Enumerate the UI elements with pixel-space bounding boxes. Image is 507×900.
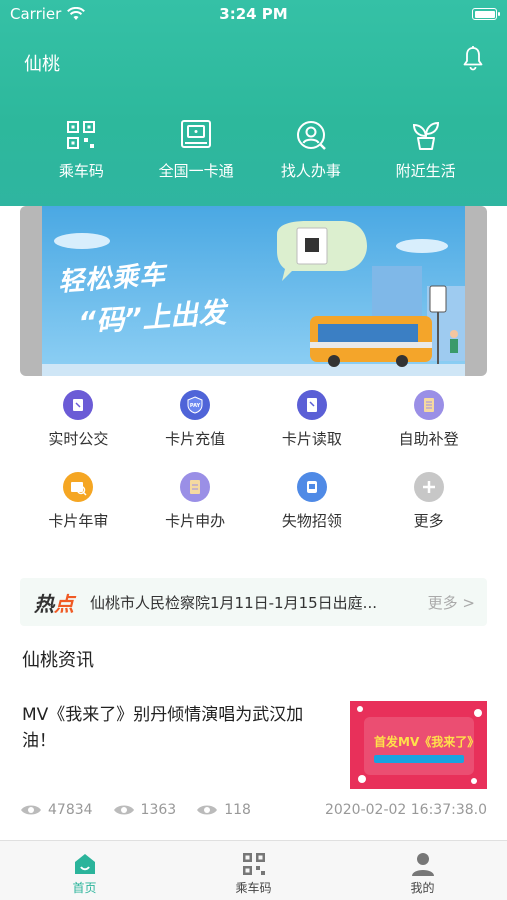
annual-check-icon	[63, 472, 94, 502]
card-reader-icon	[181, 120, 212, 148]
quick-action-ride-code[interactable]: 乘车码	[31, 118, 131, 181]
news-section-title: 仙桃资讯	[22, 650, 94, 671]
hot-news-text[interactable]: 仙桃市人民检察院1月11日-1月15日出庭...	[90, 592, 408, 613]
service-self-register[interactable]: 自助补登	[370, 390, 487, 458]
service-card-apply[interactable]: 卡片申办	[137, 472, 254, 540]
status-time: 3:24 PM	[219, 5, 288, 23]
card-read-icon	[296, 390, 327, 420]
service-more[interactable]: 更多	[370, 472, 487, 540]
news-stats: 47834 1363 118 2020-02-02 16:37:38.0	[20, 802, 487, 818]
service-realtime-bus[interactable]: 实时公交	[20, 390, 137, 458]
home-icon	[74, 854, 95, 874]
hot-more-link[interactable]: 更多 >	[428, 592, 475, 613]
find-person-icon	[296, 121, 326, 150]
service-grid: 实时公交 PAY 卡片充值 卡片读取 自助补登 卡片年审 卡片申办 失物招领 更…	[20, 390, 487, 540]
status-bar: Carrier 3:24 PM	[0, 0, 507, 30]
stat-comments: 118	[196, 802, 251, 818]
service-lost-found[interactable]: 失物招领	[254, 472, 371, 540]
card-apply-icon	[180, 472, 211, 502]
bus-realtime-icon	[63, 390, 94, 420]
tab-home[interactable]: 首页	[0, 841, 169, 900]
quick-action-national-card[interactable]: 全国一卡通	[146, 118, 246, 181]
eye-icon	[197, 805, 218, 815]
news-timestamp: 2020-02-02 16:37:38.0	[324, 802, 487, 818]
svg-text:PAY: PAY	[190, 403, 201, 409]
banner-headline: 轻松乘车	[57, 260, 168, 298]
plus-icon	[413, 472, 444, 502]
service-annual-check[interactable]: 卡片年审	[20, 472, 137, 540]
news-thumbnail-label: 首发MV《我来了》	[374, 735, 480, 749]
eye-icon	[113, 805, 134, 815]
quick-actions: 乘车码 全国一卡通 找人办事 附近生活	[0, 118, 507, 181]
header: Carrier 3:24 PM 仙桃 乘车码 全国一卡通 找人办事 附近生活	[0, 0, 507, 206]
battery-icon	[472, 8, 500, 20]
hot-news-bar[interactable]: 热点 仙桃市人民检察院1月11日-1月15日出庭... 更多 >	[20, 578, 487, 626]
service-card-read[interactable]: 卡片读取	[254, 390, 371, 458]
eye-icon	[21, 805, 41, 815]
hot-tag: 热点	[34, 591, 74, 616]
stat-likes: 1363	[113, 802, 176, 818]
lost-found-icon	[296, 472, 327, 502]
service-card-recharge[interactable]: PAY 卡片充值	[137, 390, 254, 458]
qr-code-icon	[67, 121, 96, 149]
plant-icon	[412, 121, 439, 150]
news-thumbnail[interactable]: 首发MV《我来了》	[350, 701, 487, 789]
self-register-icon	[413, 390, 444, 420]
bell-icon[interactable]	[461, 45, 485, 71]
tab-mine[interactable]: 我的	[338, 841, 507, 900]
quick-action-nearby-life[interactable]: 附近生活	[376, 118, 476, 181]
qr-code-icon	[242, 853, 265, 875]
stat-views: 47834	[20, 802, 93, 818]
pay-shield-icon: PAY	[180, 390, 211, 420]
banner-image: 轻松乘车 “码”上出发	[42, 206, 465, 376]
tab-bar: 首页 乘车码 我的	[0, 840, 507, 900]
promo-banner[interactable]: 轻松乘车 “码”上出发	[20, 206, 487, 376]
person-icon	[411, 853, 434, 876]
city-selector[interactable]: 仙桃	[24, 50, 60, 76]
quick-action-find-person[interactable]: 找人办事	[261, 118, 361, 181]
tab-ride-code[interactable]: 乘车码	[169, 841, 338, 900]
news-item-title[interactable]: MV《我来了》别丹倾情演唱为武汉加油！	[22, 702, 322, 754]
news-thumbnail-subbar	[374, 755, 464, 763]
